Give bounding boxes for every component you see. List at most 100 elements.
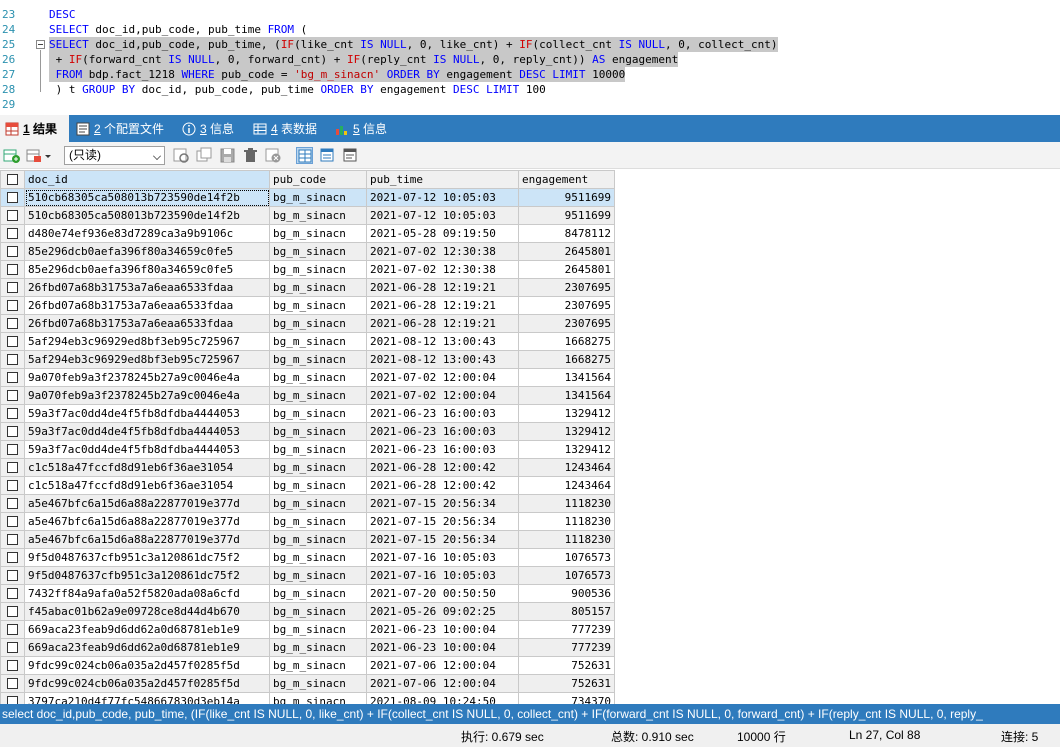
code-line[interactable]: 24 SELECT doc_id,pub_code, pub_time FROM … [0, 22, 1060, 37]
table-row[interactable]: 510cb68305ca508013b723590de14f2b bg_m_sin… [0, 206, 615, 225]
cell-engagement[interactable]: 1243464 [518, 458, 615, 477]
form-view-icon[interactable] [319, 147, 336, 164]
cell-doc-id[interactable]: 510cb68305ca508013b723590de14f2b [24, 188, 270, 207]
cell-pub-time[interactable]: 2021-06-23 16:00:03 [366, 422, 519, 441]
row-checkbox[interactable] [0, 260, 25, 279]
cell-engagement[interactable]: 1329412 [518, 422, 615, 441]
grid-view-icon[interactable] [296, 147, 313, 164]
table-row[interactable]: c1c518a47fccfd8d91eb6f36ae31054 bg_m_sina… [0, 476, 615, 495]
export-dropdown-icon[interactable] [43, 147, 53, 164]
table-row[interactable]: 510cb68305ca508013b723590de14f2b bg_m_sin… [0, 188, 615, 207]
cell-doc-id[interactable]: 9a070feb9a3f2378245b27a9c0046e4a [24, 386, 270, 405]
row-checkbox[interactable] [0, 566, 25, 585]
copy-row-icon[interactable] [196, 147, 213, 164]
row-checkbox[interactable] [0, 206, 25, 225]
cell-engagement[interactable]: 1329412 [518, 440, 615, 459]
row-checkbox[interactable] [0, 674, 25, 693]
row-checkbox[interactable] [0, 368, 25, 387]
cell-pub-code[interactable]: bg_m_sinacn [269, 314, 367, 333]
cell-pub-code[interactable]: bg_m_sinacn [269, 530, 367, 549]
tab-table-data[interactable]: 4 表数据 [248, 115, 326, 142]
table-row[interactable]: 9fdc99c024cb06a035a2d457f0285f5d bg_m_sin… [0, 656, 615, 675]
cell-pub-code[interactable]: bg_m_sinacn [269, 242, 367, 261]
cell-engagement[interactable]: 2307695 [518, 314, 615, 333]
table-row[interactable]: 7432ff84a9afa0a52f5820ada08a6cfd bg_m_sin… [0, 584, 615, 603]
cell-doc-id[interactable]: 669aca23feab9d6dd62a0d68781eb1e9 [24, 638, 270, 657]
cell-engagement[interactable]: 777239 [518, 620, 615, 639]
cell-pub-time[interactable]: 2021-06-28 12:00:42 [366, 458, 519, 477]
cell-pub-time[interactable]: 2021-05-26 09:02:25 [366, 602, 519, 621]
cell-engagement[interactable]: 1076573 [518, 566, 615, 585]
column-header-engagement[interactable]: engagement [518, 170, 615, 189]
table-row[interactable]: 85e296dcb0aefa396f80a34659c0fe5 bg_m_sina… [0, 260, 615, 279]
code-line[interactable]: 26 + IF(forward_cnt IS NULL, 0, forward_… [0, 52, 1060, 67]
cell-pub-code[interactable]: bg_m_sinacn [269, 692, 367, 704]
cell-pub-time[interactable]: 2021-07-15 20:56:34 [366, 494, 519, 513]
table-row[interactable]: 26fbd07a68b31753a7a6eaa6533fdaa bg_m_sina… [0, 278, 615, 297]
cell-engagement[interactable]: 805157 [518, 602, 615, 621]
cell-doc-id[interactable]: a5e467bfc6a15d6a88a22877019e377d [24, 494, 270, 513]
cell-pub-time[interactable]: 2021-08-12 13:00:43 [366, 332, 519, 351]
row-checkbox[interactable] [0, 620, 25, 639]
cell-pub-code[interactable]: bg_m_sinacn [269, 206, 367, 225]
column-header-pub-code[interactable]: pub_code [269, 170, 367, 189]
table-row[interactable]: 26fbd07a68b31753a7a6eaa6533fdaa bg_m_sina… [0, 314, 615, 333]
table-row[interactable]: 3797ca210d4f77fc548667830d3eb14a bg_m_sin… [0, 692, 615, 704]
cell-engagement[interactable]: 1118230 [518, 494, 615, 513]
cell-doc-id[interactable]: 9f5d0487637cfb951c3a120861dc75f2 [24, 548, 270, 567]
cell-pub-time[interactable]: 2021-06-23 10:00:04 [366, 620, 519, 639]
table-row[interactable]: c1c518a47fccfd8d91eb6f36ae31054 bg_m_sina… [0, 458, 615, 477]
cell-engagement[interactable]: 752631 [518, 674, 615, 693]
cell-pub-time[interactable]: 2021-07-15 20:56:34 [366, 512, 519, 531]
cell-doc-id[interactable]: 669aca23feab9d6dd62a0d68781eb1e9 [24, 620, 270, 639]
cell-doc-id[interactable]: 9fdc99c024cb06a035a2d457f0285f5d [24, 656, 270, 675]
row-checkbox[interactable] [0, 440, 25, 459]
table-row[interactable]: a5e467bfc6a15d6a88a22877019e377d bg_m_sin… [0, 494, 615, 513]
table-row[interactable]: 26fbd07a68b31753a7a6eaa6533fdaa bg_m_sina… [0, 296, 615, 315]
tab-info[interactable]: 3 信息 [177, 115, 242, 142]
cell-doc-id[interactable]: f45abac01b62a9e09728ce8d44d4b670 [24, 602, 270, 621]
cell-doc-id[interactable]: 9a070feb9a3f2378245b27a9c0046e4a [24, 368, 270, 387]
cell-pub-code[interactable]: bg_m_sinacn [269, 296, 367, 315]
export-icon[interactable] [26, 147, 43, 164]
row-checkbox[interactable] [0, 692, 25, 704]
table-row[interactable]: a5e467bfc6a15d6a88a22877019e377d bg_m_sin… [0, 512, 615, 531]
cell-pub-time[interactable]: 2021-07-06 12:00:04 [366, 656, 519, 675]
table-row[interactable]: a5e467bfc6a15d6a88a22877019e377d bg_m_sin… [0, 530, 615, 549]
row-checkbox[interactable] [0, 332, 25, 351]
cell-pub-code[interactable]: bg_m_sinacn [269, 512, 367, 531]
row-checkbox[interactable] [0, 476, 25, 495]
cell-doc-id[interactable]: 26fbd07a68b31753a7a6eaa6533fdaa [24, 278, 270, 297]
cell-pub-code[interactable]: bg_m_sinacn [269, 548, 367, 567]
cell-pub-code[interactable]: bg_m_sinacn [269, 368, 367, 387]
tab-profiles[interactable]: 2 个配置文件 [71, 115, 171, 142]
cell-pub-time[interactable]: 2021-07-02 12:30:38 [366, 242, 519, 261]
cell-doc-id[interactable]: 9f5d0487637cfb951c3a120861dc75f2 [24, 566, 270, 585]
code-line[interactable]: 28 ) t GROUP BY doc_id, pub_code, pub_ti… [0, 82, 1060, 97]
column-header-pub-time[interactable]: pub_time [366, 170, 519, 189]
table-row[interactable]: 85e296dcb0aefa396f80a34659c0fe5 bg_m_sina… [0, 242, 615, 261]
code-line[interactable]: 29 [0, 97, 1060, 112]
cell-pub-code[interactable]: bg_m_sinacn [269, 476, 367, 495]
cell-doc-id[interactable]: d480e74ef936e83d7289ca3a9b9106c [24, 224, 270, 243]
cell-pub-code[interactable]: bg_m_sinacn [269, 332, 367, 351]
cell-doc-id[interactable]: 5af294eb3c96929ed8bf3eb95c725967 [24, 332, 270, 351]
cell-engagement[interactable]: 1668275 [518, 350, 615, 369]
cell-pub-time[interactable]: 2021-08-12 13:00:43 [366, 350, 519, 369]
row-checkbox[interactable] [0, 278, 25, 297]
cancel-changes-icon[interactable] [265, 147, 282, 164]
cell-pub-time[interactable]: 2021-07-06 12:00:04 [366, 674, 519, 693]
table-row[interactable]: 9a070feb9a3f2378245b27a9c0046e4a bg_m_sin… [0, 368, 615, 387]
cell-doc-id[interactable]: 7432ff84a9afa0a52f5820ada08a6cfd [24, 584, 270, 603]
cell-pub-time[interactable]: 2021-06-23 10:00:04 [366, 638, 519, 657]
row-checkbox[interactable] [0, 512, 25, 531]
cell-doc-id[interactable]: 510cb68305ca508013b723590de14f2b [24, 206, 270, 225]
cell-pub-time[interactable]: 2021-07-02 12:00:04 [366, 368, 519, 387]
cell-pub-time[interactable]: 2021-06-28 12:19:21 [366, 314, 519, 333]
cell-doc-id[interactable]: 5af294eb3c96929ed8bf3eb95c725967 [24, 350, 270, 369]
cell-pub-time[interactable]: 2021-07-20 00:50:50 [366, 584, 519, 603]
select-all-checkbox[interactable] [0, 170, 25, 189]
cell-pub-code[interactable]: bg_m_sinacn [269, 584, 367, 603]
table-row[interactable]: f45abac01b62a9e09728ce8d44d4b670 bg_m_sin… [0, 602, 615, 621]
cell-engagement[interactable]: 2645801 [518, 260, 615, 279]
